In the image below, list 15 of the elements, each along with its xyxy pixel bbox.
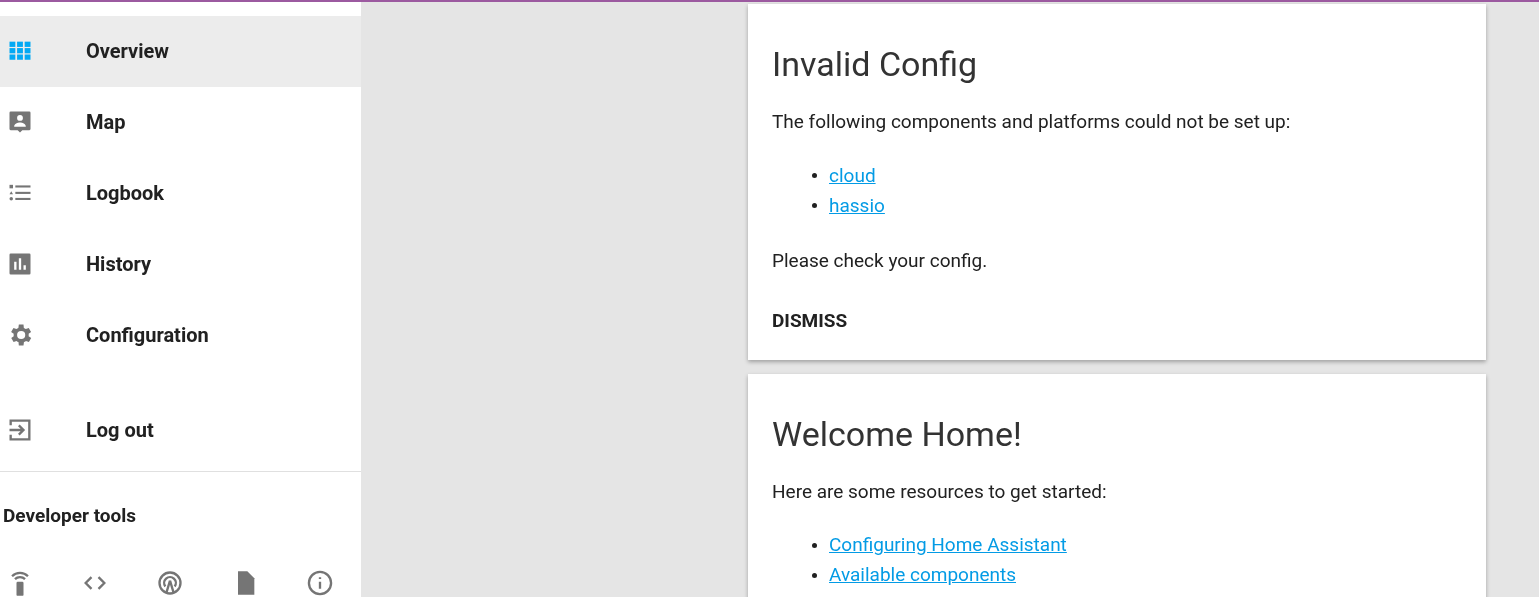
bullet-icon bbox=[812, 542, 817, 548]
card-title: Invalid Config bbox=[772, 44, 979, 84]
section-title: Developer tools bbox=[2, 503, 138, 530]
bullet-icon bbox=[812, 203, 817, 208]
info-icon bbox=[306, 568, 334, 597]
paragraph: The following components and platforms could not be set up: bbox=[772, 109, 1292, 135]
dismiss-button[interactable]: DISMISS bbox=[772, 307, 848, 336]
bullet-icon bbox=[812, 173, 817, 178]
sidebar-item[interactable]: Overview bbox=[0, 16, 361, 87]
sidebar-item[interactable]: Log out bbox=[0, 394, 361, 466]
broadcast-icon bbox=[156, 568, 184, 597]
card-title: Welcome Home! bbox=[772, 413, 1023, 454]
bullet-icon bbox=[812, 572, 817, 578]
paragraph: Here are some resources to get started: bbox=[772, 478, 1108, 505]
paragraph: Please check your config. bbox=[772, 247, 989, 274]
